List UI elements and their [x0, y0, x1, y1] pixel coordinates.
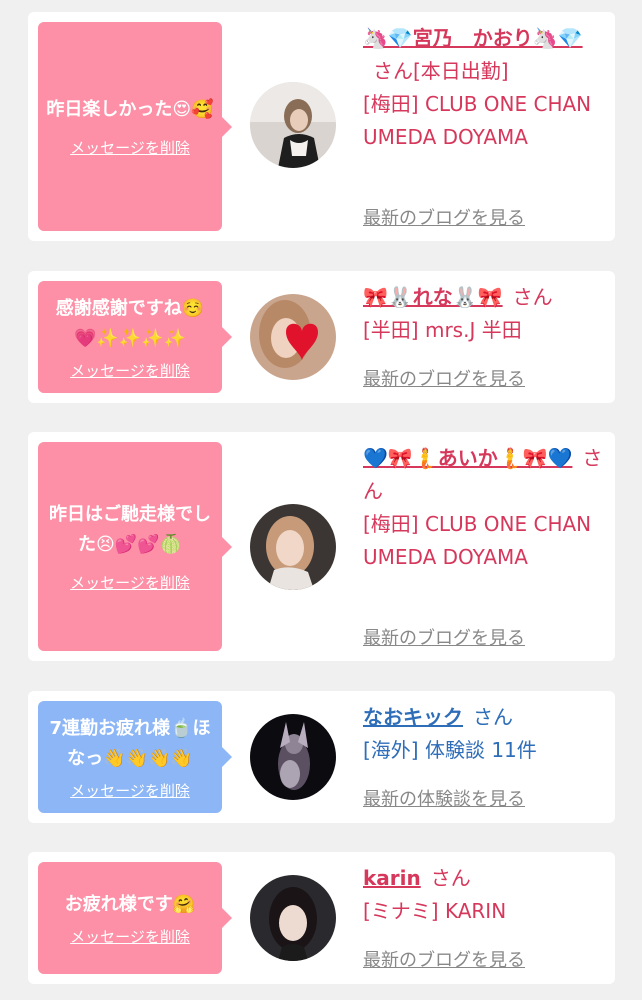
cast-info: 💙🎀🧜あいか🧜🎀💙 さん [梅田] CLUB ONE CHAN UMEDA DOY…	[363, 442, 605, 574]
message-list: 昨日楽しかった😍🥰 メッセージを削除 🦄💎宮乃 かおり🦄💎 さん[本日出勤] [梅…	[0, 0, 642, 1000]
latest-blog-link[interactable]: 最新のブログを見る	[363, 946, 525, 972]
honorific-text: さん	[512, 285, 553, 309]
message-card: 昨日はご馳走様でした😣💕💕🍈 メッセージを削除 💙🎀🧜あいか🧜🎀💙 さん [梅田]…	[28, 432, 615, 661]
delete-message-link[interactable]: メッセージを削除	[70, 780, 190, 801]
message-text: 7連勤お疲れ様🍵ほなっ👋👋👋👋	[49, 717, 211, 769]
honorific-text: さん	[473, 705, 513, 729]
message-card: 感謝感謝ですね☺️💗✨✨✨✨ メッセージを削除 🎀🐰れな🐰🎀 さん [半田] mr…	[28, 271, 615, 403]
cast-name-link[interactable]: 🎀🐰れな🐰🎀	[363, 285, 503, 309]
cast-name-link[interactable]: karin	[363, 866, 421, 890]
avatar[interactable]	[250, 504, 336, 590]
delete-message-link[interactable]: メッセージを削除	[70, 926, 190, 947]
shop-text: [梅田] CLUB ONE CHAN UMEDA DOYAMA	[363, 512, 592, 569]
delete-message-link[interactable]: メッセージを削除	[70, 137, 190, 158]
message-bubble: 感謝感謝ですね☺️💗✨✨✨✨ メッセージを削除	[38, 281, 232, 393]
cast-info: 🦄💎宮乃 かおり🦄💎 さん[本日出勤] [梅田] CLUB ONE CHAN UM…	[363, 22, 605, 154]
message-text: 昨日はご馳走様でした😣💕💕🍈	[49, 504, 211, 555]
message-bubble: 昨日はご馳走様でした😣💕💕🍈 メッセージを削除	[38, 442, 232, 651]
avatar[interactable]	[250, 875, 336, 961]
cast-info: 🎀🐰れな🐰🎀 さん [半田] mrs.J 半田	[363, 281, 605, 347]
honorific-text: さん	[430, 866, 471, 890]
delete-message-link[interactable]: メッセージを削除	[70, 360, 190, 381]
message-bubble: 7連勤お疲れ様🍵ほなっ👋👋👋👋 メッセージを削除	[38, 701, 232, 813]
shop-text: [半田] mrs.J 半田	[363, 318, 522, 342]
latest-blog-link[interactable]: 最新のブログを見る	[363, 624, 525, 650]
message-card: 昨日楽しかった😍🥰 メッセージを削除 🦄💎宮乃 かおり🦄💎 さん[本日出勤] [梅…	[28, 12, 615, 241]
message-text: 昨日楽しかった😍🥰	[46, 99, 214, 120]
shop-text: [海外] 体験談 11件	[363, 738, 537, 762]
message-text: お疲れ様です🤗	[64, 893, 196, 915]
latest-blog-link[interactable]: 最新のブログを見る	[363, 365, 525, 391]
message-bubble: 昨日楽しかった😍🥰 メッセージを削除	[38, 22, 232, 231]
cast-info: なおキック さん [海外] 体験談 11件	[363, 701, 605, 767]
latest-review-link[interactable]: 最新の体験談を見る	[363, 785, 525, 811]
message-card: お疲れ様です🤗 メッセージを削除 karin さん [ミナミ] KARIN 最新の…	[28, 852, 615, 984]
message-bubble: お疲れ様です🤗 メッセージを削除	[38, 862, 232, 974]
message-text: 感謝感謝ですね☺️💗✨✨✨✨	[55, 297, 205, 349]
cast-name-link[interactable]: 💙🎀🧜あいか🧜🎀💙	[363, 446, 572, 470]
cast-name-link[interactable]: 🦄💎宮乃 かおり🦄💎	[363, 26, 583, 50]
latest-blog-link[interactable]: 最新のブログを見る	[363, 204, 525, 230]
message-card: 7連勤お疲れ様🍵ほなっ👋👋👋👋 メッセージを削除 なおキック さん [海外] 体験…	[28, 691, 615, 823]
shop-text: [ミナミ] KARIN	[363, 899, 507, 923]
avatar[interactable]	[250, 82, 336, 168]
shop-text: [梅田] CLUB ONE CHAN UMEDA DOYAMA	[363, 92, 592, 149]
avatar[interactable]	[250, 294, 336, 380]
avatar[interactable]	[250, 714, 336, 800]
cast-info: karin さん [ミナミ] KARIN	[363, 862, 605, 928]
delete-message-link[interactable]: メッセージを削除	[70, 572, 190, 593]
honorific-text: さん[本日出勤]	[373, 59, 509, 83]
cast-name-link[interactable]: なおキック	[363, 705, 463, 729]
